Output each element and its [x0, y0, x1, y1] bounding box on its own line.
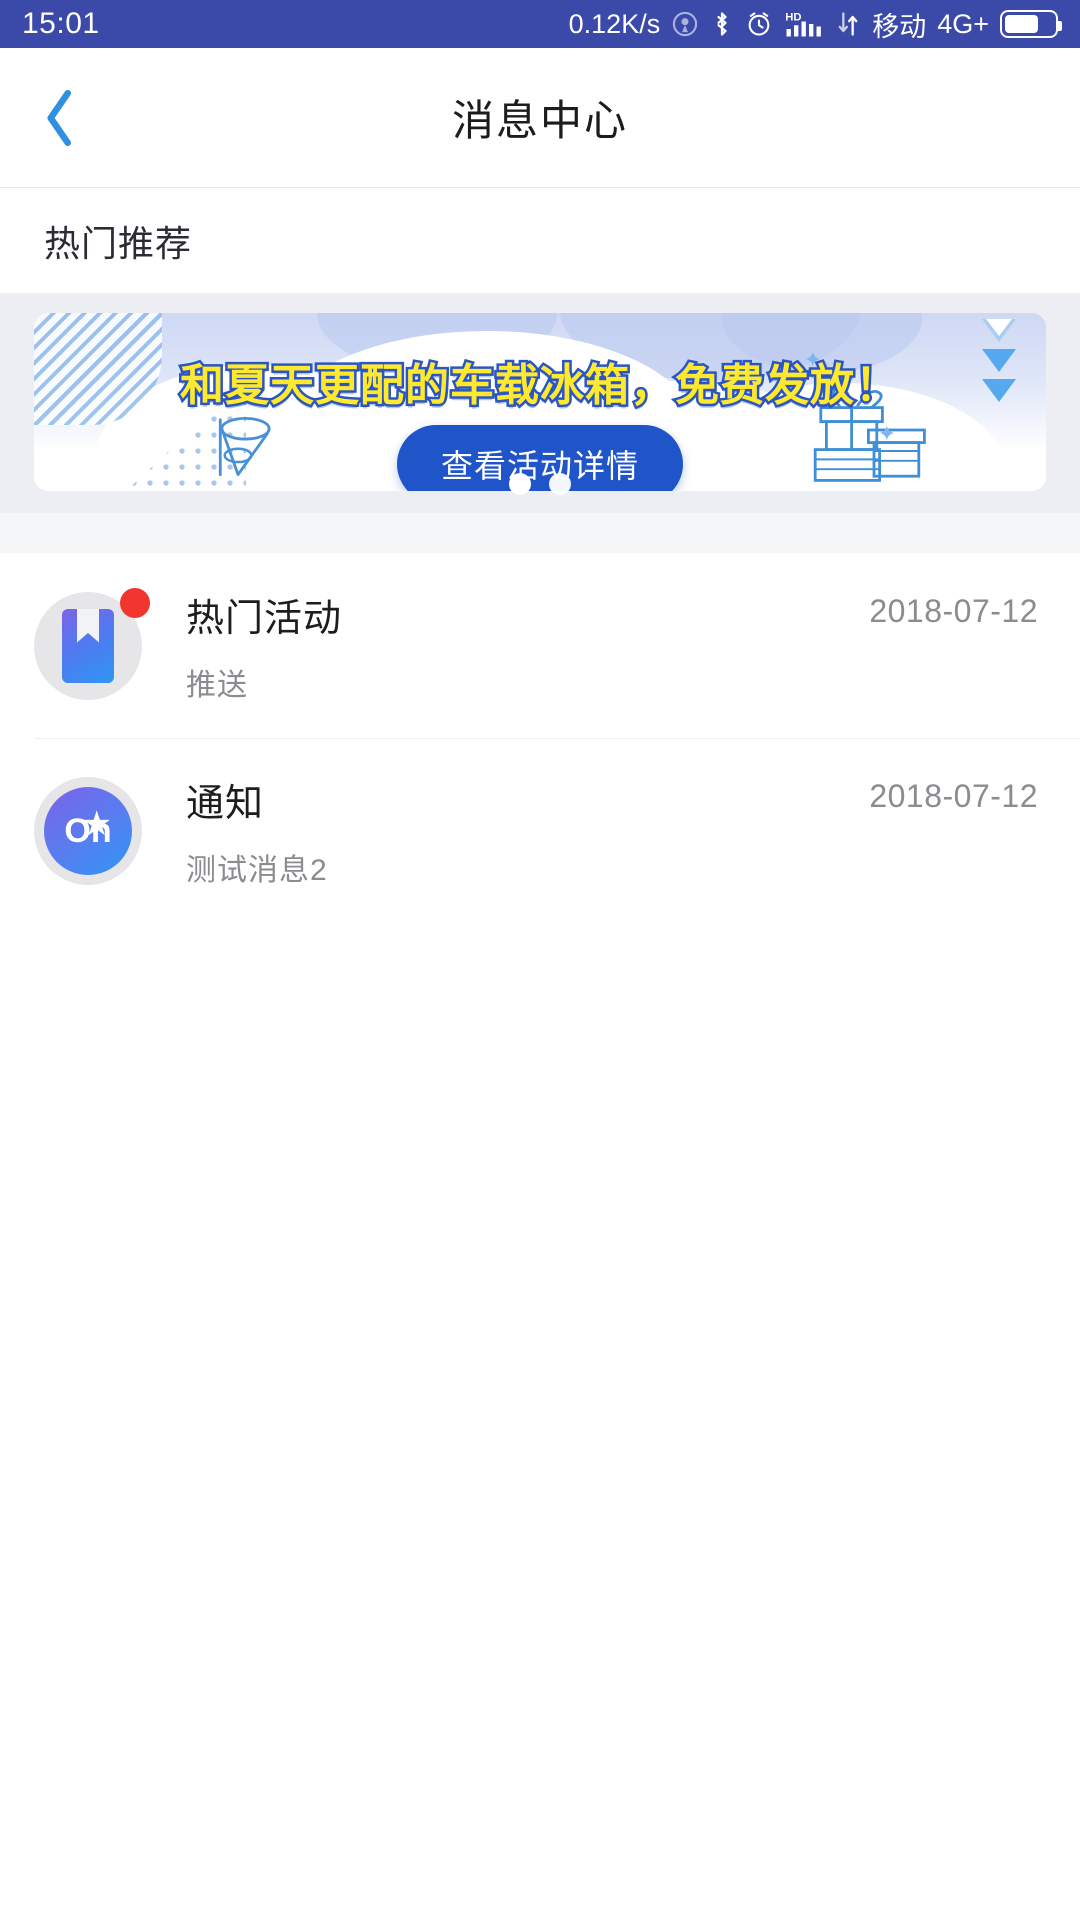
message-title: 通知 [186, 783, 265, 825]
carrier-label: 移动 [872, 11, 927, 42]
triangle-outline-icon [982, 319, 1016, 342]
status-bar-icons: 0.12K/s HD 移动 4G+ [568, 5, 1062, 44]
section-header: 热门推荐 [0, 188, 1080, 293]
message-list-item[interactable]: 热门活动 推送 2018-07-12 [0, 553, 1080, 738]
message-text-block: 热门活动 推送 [142, 587, 869, 704]
chevron-left-icon [40, 87, 80, 149]
svg-text:HD: HD [785, 11, 801, 23]
message-text-block: 通知 测试消息2 [142, 772, 869, 889]
banner-carousel[interactable]: ✦ ✦ 和夏天更配的车载冰箱，免费发放！ 查看活动详情 [0, 293, 1080, 513]
sparkle-icon: ✦ [877, 421, 896, 446]
unread-badge [120, 587, 150, 618]
battery-icon [1000, 10, 1062, 38]
network-speed-label: 0.12K/s [568, 8, 661, 39]
back-button[interactable] [0, 48, 120, 187]
list-spacer [0, 513, 1080, 553]
banner-slide[interactable]: ✦ ✦ 和夏天更配的车载冰箱，免费发放！ 查看活动详情 [34, 313, 1046, 491]
hd-signal-icon: HD [784, 9, 824, 39]
status-bar: 15:01 0.12K/s HD 移动 4G+ [0, 0, 1080, 48]
cone-illustration [208, 408, 274, 487]
alarm-clock-icon [745, 10, 773, 38]
message-date: 2018-07-12 [869, 593, 1038, 629]
navigation-bar: 消息中心 [0, 48, 1080, 188]
message-date: 2018-07-12 [869, 778, 1038, 814]
message-title: 热门活动 [186, 598, 343, 640]
status-bar-clock: 15:01 [22, 7, 100, 40]
star-icon: ★ [81, 804, 112, 843]
message-subtitle: 测试消息2 [186, 854, 328, 887]
data-transfer-icon [835, 10, 861, 38]
message-list-item[interactable]: On ★ 通知 测试消息2 2018-07-12 [0, 738, 1080, 923]
page-title: 消息中心 [451, 97, 628, 144]
message-list: 热门活动 推送 2018-07-12 On ★ 通知 测试消息2 2018-07… [0, 553, 1080, 923]
bluetooth-icon [710, 10, 734, 38]
carousel-dot[interactable] [549, 473, 571, 495]
carousel-dot[interactable] [509, 473, 531, 495]
network-type-label: 4G+ [937, 8, 989, 39]
carousel-pagination[interactable] [509, 473, 571, 495]
message-subtitle: 推送 [186, 669, 248, 702]
avatar [34, 587, 150, 700]
section-header-label: 热门推荐 [44, 222, 193, 264]
avatar: On ★ [34, 776, 142, 885]
banner-title: 和夏天更配的车载冰箱，免费发放！ [178, 359, 902, 413]
on-logo-icon: On ★ [44, 786, 132, 875]
empty-area [0, 923, 1080, 1920]
bookmark-icon [62, 608, 114, 683]
location-icon [671, 10, 699, 38]
